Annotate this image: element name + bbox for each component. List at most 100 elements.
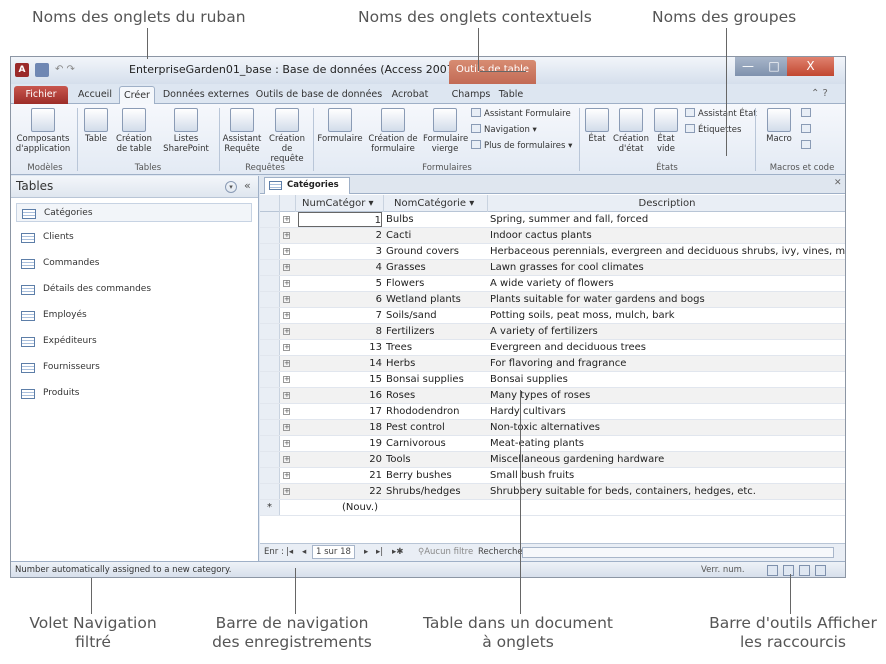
expand-icon[interactable]: + [283, 472, 290, 479]
cell-num[interactable]: 20 [298, 452, 382, 468]
row-selector[interactable] [260, 212, 280, 227]
cell-num[interactable]: 17 [298, 404, 382, 420]
expand-icon[interactable]: + [283, 360, 290, 367]
table-row[interactable]: +1 Bulbs Spring, summer and fall, forced [260, 212, 845, 228]
cell-num[interactable]: 21 [298, 468, 382, 484]
new-row-marker[interactable]: * [260, 500, 280, 515]
cell-name[interactable]: Grasses [386, 260, 482, 276]
close-icon[interactable]: ✕ [834, 178, 842, 188]
column-header-num[interactable]: NumCatégor ▾ [296, 195, 384, 212]
cell-name[interactable]: Ground covers [386, 244, 482, 260]
report-wizard-button[interactable]: Assistant État [685, 108, 757, 120]
expand-icon[interactable]: + [283, 216, 290, 223]
cell-num[interactable]: 15 [298, 372, 382, 388]
select-all-cell[interactable] [260, 195, 280, 212]
expand-icon[interactable]: + [283, 248, 290, 255]
cell-description[interactable]: Miscellaneous gardening hardware [490, 452, 845, 468]
cell-name[interactable]: Tools [386, 452, 482, 468]
expand-icon[interactable]: + [283, 408, 290, 415]
table-row[interactable]: +15 Bonsai supplies Bonsai supplies [260, 372, 845, 388]
new-record-row[interactable]: * (Nouv.) [260, 500, 845, 516]
table-row[interactable]: +22 Shrubs/hedges Shrubbery suitable for b… [260, 484, 845, 500]
design-view-icon[interactable] [815, 565, 826, 576]
cell-description[interactable]: Spring, summer and fall, forced [490, 212, 845, 228]
maximize-button[interactable]: □ [761, 57, 787, 76]
tab-table[interactable]: Table [493, 86, 529, 104]
new-row-placeholder[interactable]: (Nouv.) [294, 500, 378, 516]
row-selector[interactable] [260, 372, 280, 387]
nav-item-suppliers[interactable]: Fournisseurs [16, 358, 252, 377]
module-button[interactable] [801, 108, 814, 120]
blank-form-button[interactable]: Formulaire vierge [423, 108, 468, 154]
class-module-button[interactable] [801, 124, 814, 136]
expand-icon[interactable]: + [283, 488, 290, 495]
column-header-name[interactable]: NomCatégorie ▾ [384, 195, 488, 212]
table-row[interactable]: +19 Carnivorous Meat-eating plants [260, 436, 845, 452]
table-row[interactable]: +16 Roses Many types of roses [260, 388, 845, 404]
macro-button[interactable]: Macro [763, 108, 795, 144]
table-row[interactable]: +14 Herbs For flavoring and fragrance [260, 356, 845, 372]
cell-description[interactable]: Non-toxic alternatives [490, 420, 845, 436]
sharepoint-lists-button[interactable]: Listes SharePoint [157, 108, 215, 154]
nav-item-order-details[interactable]: Détails des commandes [16, 280, 252, 299]
cell-num[interactable]: 5 [298, 276, 382, 292]
expand-icon[interactable]: + [283, 328, 290, 335]
nav-item-orders[interactable]: Commandes [16, 254, 252, 273]
expand-icon[interactable]: + [283, 264, 290, 271]
row-selector[interactable] [260, 324, 280, 339]
expand-icon[interactable]: + [283, 312, 290, 319]
nav-item-clients[interactable]: Clients [16, 228, 252, 247]
row-selector[interactable] [260, 276, 280, 291]
datasheet-view-icon[interactable] [767, 565, 778, 576]
table-design-button[interactable]: Création de table [113, 108, 155, 154]
pivotchart-view-icon[interactable] [799, 565, 810, 576]
tab-home[interactable]: Accueil [73, 86, 117, 104]
cell-description[interactable]: Shrubbery suitable for beds, containers,… [490, 484, 845, 500]
cell-num[interactable]: 7 [298, 308, 382, 324]
tab-database-tools[interactable]: Outils de base de données [255, 86, 383, 104]
cell-name[interactable]: Rhododendron [386, 404, 482, 420]
form-design-button[interactable]: Création de formulaire [365, 108, 421, 154]
row-selector[interactable] [260, 244, 280, 259]
table-row[interactable]: +5 Flowers A wide variety of flowers [260, 276, 845, 292]
cell-description[interactable]: Potting soils, peat moss, mulch, bark [490, 308, 845, 324]
more-forms-dropdown[interactable]: Plus de formulaires ▾ [471, 140, 572, 152]
table-row[interactable]: +3 Ground covers Herbaceous perennials, ev… [260, 244, 845, 260]
search-field[interactable]: Rechercher [478, 544, 526, 561]
cell-num[interactable]: 1 [298, 212, 382, 227]
table-row[interactable]: +20 Tools Miscellaneous gardening hardware [260, 452, 845, 468]
cell-name[interactable]: Wetland plants [386, 292, 482, 308]
close-button[interactable]: X [787, 57, 834, 76]
previous-record-icon[interactable]: ◂ [302, 544, 306, 561]
expand-icon[interactable]: + [283, 344, 290, 351]
cell-name[interactable]: Bulbs [386, 212, 482, 228]
cell-description[interactable]: Indoor cactus plants [490, 228, 845, 244]
row-selector[interactable] [260, 228, 280, 243]
cell-description[interactable]: Meat-eating plants [490, 436, 845, 452]
table-row[interactable]: +18 Pest control Non-toxic alternatives [260, 420, 845, 436]
cell-description[interactable]: Plants suitable for water gardens and bo… [490, 292, 845, 308]
expand-icon[interactable]: + [283, 296, 290, 303]
blank-report-button[interactable]: État vide [651, 108, 681, 154]
table-row[interactable]: +4 Grasses Lawn grasses for cool climates [260, 260, 845, 276]
row-selector[interactable] [260, 468, 280, 483]
tab-create[interactable]: Créer [119, 86, 155, 104]
report-button[interactable]: État [583, 108, 611, 144]
cell-num[interactable]: 18 [298, 420, 382, 436]
nav-item-shippers[interactable]: Expéditeurs [16, 332, 252, 351]
expand-icon[interactable]: + [283, 232, 290, 239]
cell-name[interactable]: Cacti [386, 228, 482, 244]
expand-icon[interactable]: + [283, 456, 290, 463]
cell-name[interactable]: Soils/sand [386, 308, 482, 324]
cell-description[interactable]: Many types of roses [490, 388, 845, 404]
cell-name[interactable]: Shrubs/hedges [386, 484, 482, 500]
collapse-pane-icon[interactable]: « [244, 179, 251, 192]
cell-name[interactable]: Bonsai supplies [386, 372, 482, 388]
cell-description[interactable]: Small bush fruits [490, 468, 845, 484]
nav-item-categories[interactable]: Catégories [16, 203, 252, 222]
horizontal-scrollbar[interactable] [522, 547, 834, 558]
row-selector[interactable] [260, 404, 280, 419]
filter-status[interactable]: ⚲ Aucun filtre [418, 544, 473, 561]
cell-num[interactable]: 8 [298, 324, 382, 340]
cell-num[interactable]: 2 [298, 228, 382, 244]
